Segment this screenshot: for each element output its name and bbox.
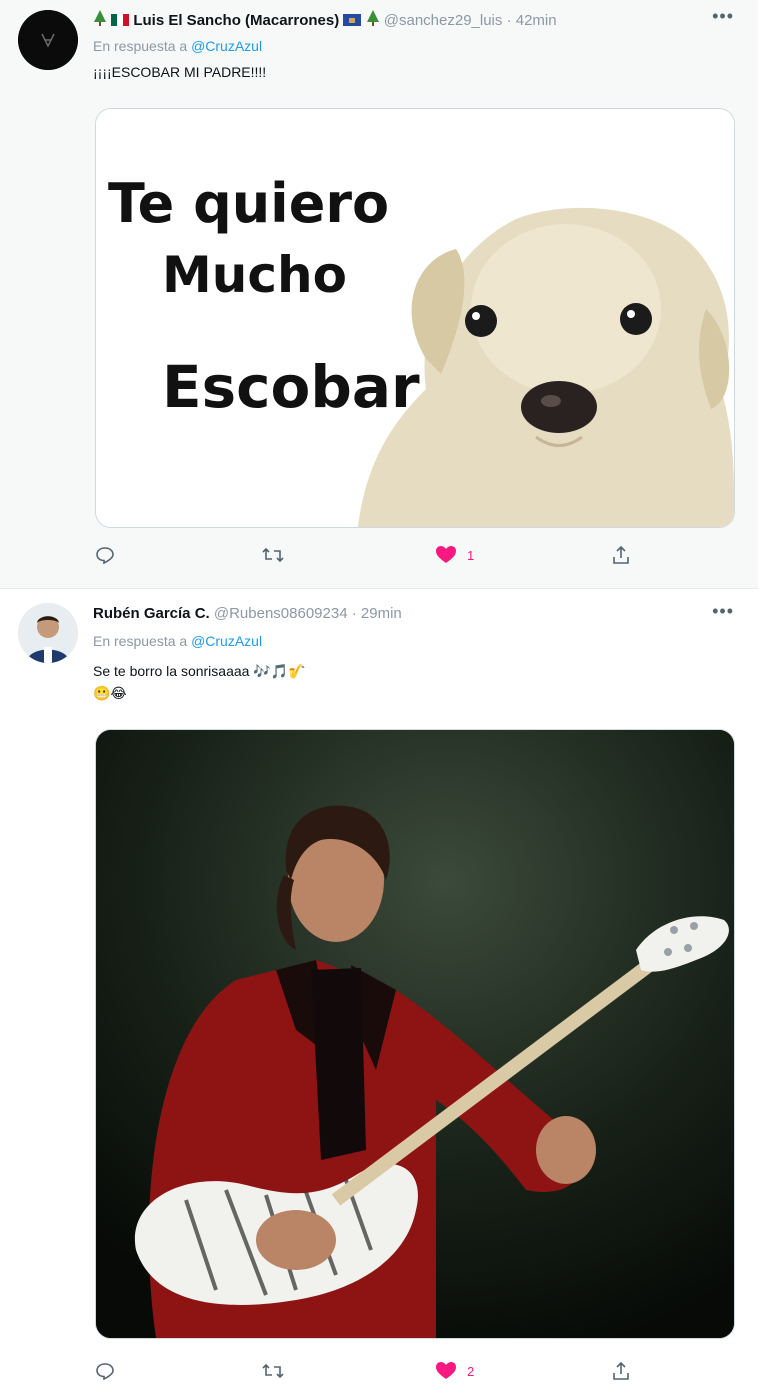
like-count: 2 — [467, 1363, 475, 1379]
like-count: 1 — [467, 547, 475, 563]
kosovo-flag-icon — [343, 14, 362, 26]
tweet-text: ¡¡¡¡ESCOBAR MI PADRE!!!! — [93, 64, 267, 80]
retweet-button[interactable] — [261, 543, 285, 567]
reply-icon — [96, 547, 114, 565]
share-button[interactable] — [611, 1359, 631, 1383]
meme-image: Te quiero Mucho Escobar — [96, 109, 734, 527]
retweet-button[interactable] — [261, 1359, 285, 1383]
tweet-header: Rubén García C. @Rubens08609234 · 29min … — [93, 601, 734, 627]
avatar-person-icon — [18, 603, 78, 663]
tweet-image[interactable]: Te quiero Mucho Escobar — [95, 108, 735, 528]
reply-button[interactable] — [95, 1359, 115, 1383]
meme-line-2: Mucho — [162, 246, 347, 304]
tweet-actions: 2 — [93, 1359, 653, 1383]
author-name[interactable]: Rubén García C. — [93, 605, 210, 622]
reply-context: En respuesta a @CruzAzul — [93, 38, 262, 54]
mexico-flag-icon — [111, 14, 130, 26]
more-icon[interactable]: ••• — [712, 6, 734, 27]
tree-emoji-icon — [94, 10, 106, 26]
tweet-time[interactable]: 29min — [361, 605, 402, 622]
tweet-header: Luis El Sancho (Macarrones) @sanchez29_l… — [93, 6, 734, 32]
more-icon[interactable]: ••• — [712, 601, 734, 622]
tweet-2[interactable]: Rubén García C. @Rubens08609234 · 29min … — [0, 589, 758, 1398]
tree-emoji-icon — [366, 10, 379, 26]
reply-context: En respuesta a @CruzAzul — [93, 633, 262, 649]
concert-photo — [96, 730, 734, 1338]
separator: · — [506, 12, 516, 29]
share-button[interactable] — [611, 543, 631, 567]
tweet-actions: 1 — [93, 543, 653, 567]
reply-mention[interactable]: @CruzAzul — [191, 633, 262, 649]
tweet-text-emoji: 😬😂 — [93, 685, 127, 701]
avatar-logo-icon — [18, 10, 78, 70]
avatar-ruben[interactable] — [18, 603, 78, 663]
reply-icon — [96, 1363, 114, 1381]
like-button[interactable]: 2 — [435, 1359, 474, 1383]
reply-prefix: En respuesta a — [93, 38, 188, 54]
like-icon — [436, 546, 456, 563]
reply-prefix: En respuesta a — [93, 633, 188, 649]
tweet-text: Se te borro la sonrisaaaa 🎶🎵🎷 — [93, 663, 306, 679]
author-handle[interactable]: @Rubens08609234 — [214, 605, 348, 622]
avatar-luis[interactable] — [18, 10, 78, 70]
meme-line-3: Escobar — [162, 353, 420, 421]
like-icon — [436, 1362, 456, 1379]
author-name[interactable]: Luis El Sancho (Macarrones) — [133, 12, 339, 29]
meme-line-1: Te quiero — [108, 172, 389, 235]
share-icon — [613, 1361, 629, 1380]
tweet-1[interactable]: Luis El Sancho (Macarrones) @sanchez29_l… — [0, 0, 758, 589]
retweet-icon — [262, 1363, 284, 1379]
tweet-time[interactable]: 42min — [516, 12, 557, 29]
reply-mention[interactable]: @CruzAzul — [191, 38, 262, 54]
share-icon — [613, 545, 629, 564]
like-button[interactable]: 1 — [435, 543, 474, 567]
separator: · — [351, 605, 361, 622]
reply-button[interactable] — [95, 543, 115, 567]
author-handle[interactable]: @sanchez29_luis — [384, 12, 503, 29]
tweet-image[interactable] — [95, 729, 735, 1339]
retweet-icon — [262, 547, 284, 563]
